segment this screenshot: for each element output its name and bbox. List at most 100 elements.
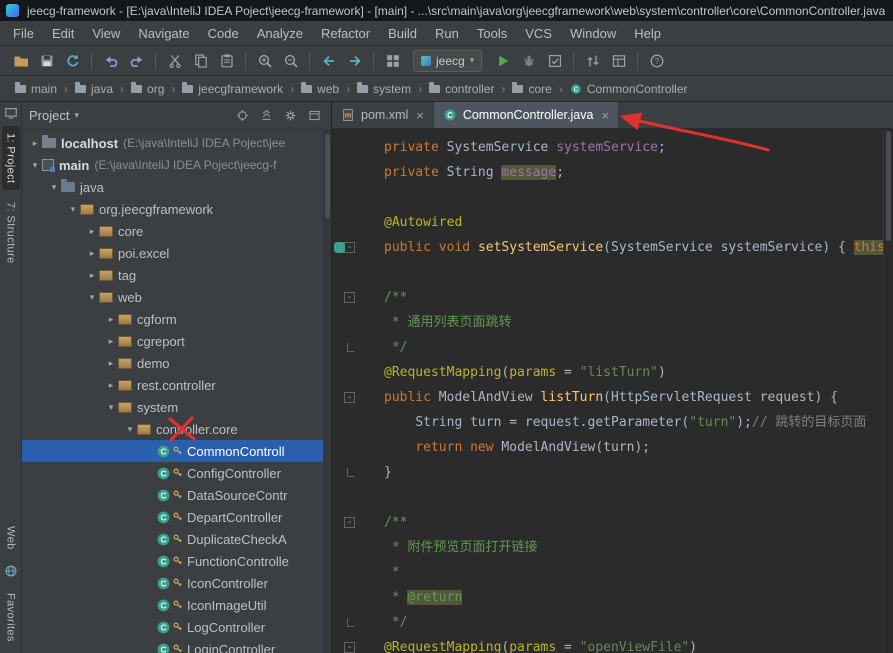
code-line[interactable] <box>384 485 883 510</box>
fold-collapse-icon[interactable]: - <box>344 242 355 253</box>
code-line[interactable] <box>384 260 883 285</box>
code-line[interactable]: String turn = request.getParameter("turn… <box>384 410 883 435</box>
run-config-select[interactable]: jeecg▾ <box>413 50 482 72</box>
tree-item-cgform[interactable]: ▸cgform <box>22 308 331 330</box>
hide-panel-icon[interactable] <box>304 107 324 125</box>
tree-item-localhost[interactable]: ▸localhost (E:\java\InteliJ IDEA Poject\… <box>22 132 331 154</box>
breadcrumb-item-system[interactable]: system <box>354 81 414 97</box>
zoom-in-button[interactable] <box>252 49 277 72</box>
code-line[interactable]: @RequestMapping(params = "openViewFile") <box>384 635 883 653</box>
vcs-button[interactable] <box>580 49 605 72</box>
code-line[interactable]: * 通用列表页面跳转 <box>384 310 883 335</box>
chevron-down-icon[interactable]: ▾ <box>104 402 118 413</box>
run-button[interactable] <box>490 49 515 72</box>
tab-commoncontroller-java[interactable]: CCommonController.java× <box>434 102 619 128</box>
settings-gear-icon[interactable] <box>280 107 300 125</box>
sync-button[interactable] <box>60 49 85 72</box>
menu-refactor[interactable]: Refactor <box>312 24 379 43</box>
breadcrumb-item-web[interactable]: web <box>298 81 342 97</box>
paste-button[interactable] <box>214 49 239 72</box>
spring-bean-icon[interactable] <box>334 242 345 253</box>
menu-edit[interactable]: Edit <box>43 24 83 43</box>
tool-button--project[interactable]: 1: Project <box>2 126 20 190</box>
tree-item-cgreport[interactable]: ▸cgreport <box>22 330 331 352</box>
chevron-right-icon[interactable]: ▸ <box>104 358 118 369</box>
chevron-down-icon[interactable]: ▾ <box>123 424 137 435</box>
code-line[interactable]: } <box>384 460 883 485</box>
tool-button--structure[interactable]: 7: Structure <box>2 195 20 271</box>
tree-item-iconimageutil[interactable]: CIconImageUtil <box>22 594 331 616</box>
chevron-right-icon[interactable]: ▸ <box>85 248 99 259</box>
code-line[interactable] <box>384 185 883 210</box>
close-icon[interactable]: × <box>416 108 424 123</box>
back-button[interactable] <box>316 49 341 72</box>
chevron-right-icon[interactable]: ▸ <box>104 380 118 391</box>
tree-item-duplicatechecka[interactable]: CDuplicateCheckA <box>22 528 331 550</box>
menu-vcs[interactable]: VCS <box>516 24 561 43</box>
menu-run[interactable]: Run <box>426 24 468 43</box>
code-line[interactable]: /** <box>384 285 883 310</box>
fold-collapse-icon[interactable]: - <box>344 292 355 303</box>
menu-file[interactable]: File <box>4 24 43 43</box>
menu-navigate[interactable]: Navigate <box>129 24 198 43</box>
tree-item-configcontroller[interactable]: CConfigController <box>22 462 331 484</box>
code-line[interactable]: return new ModelAndView(turn); <box>384 435 883 460</box>
tool-button-favorites[interactable]: Favorites <box>2 586 20 649</box>
open-folder-button[interactable] <box>8 49 33 72</box>
code-line[interactable]: * 附件预览页面打开链接 <box>384 535 883 560</box>
chevron-down-icon[interactable]: ▾ <box>66 204 80 215</box>
zoom-out-button[interactable] <box>278 49 303 72</box>
tree-item-logincontroller[interactable]: CLoginController <box>22 638 331 653</box>
code-editor[interactable]: private SystemService systemService;priv… <box>384 129 883 653</box>
breadcrumb-item-main[interactable]: main <box>12 81 60 97</box>
fold-collapse-icon[interactable]: - <box>344 517 355 528</box>
tree-item-tag[interactable]: ▸tag <box>22 264 331 286</box>
cut-button[interactable] <box>162 49 187 72</box>
breadcrumb-item-controller[interactable]: controller <box>426 81 497 97</box>
project-panel-title[interactable]: Project <box>29 108 69 123</box>
fold-collapse-icon[interactable]: - <box>344 642 355 653</box>
table-button[interactable] <box>606 49 631 72</box>
chevron-down-icon[interactable]: ▾ <box>74 110 79 121</box>
chevron-right-icon[interactable]: ▸ <box>85 270 99 281</box>
code-line[interactable]: private SystemService systemService; <box>384 135 883 160</box>
chevron-down-icon[interactable]: ▾ <box>28 160 42 171</box>
menu-window[interactable]: Window <box>561 24 625 43</box>
chevron-right-icon[interactable]: ▸ <box>104 336 118 347</box>
close-icon[interactable]: × <box>601 108 609 123</box>
forward-button[interactable] <box>342 49 367 72</box>
chevron-right-icon[interactable]: ▸ <box>85 226 99 237</box>
menu-tools[interactable]: Tools <box>468 24 516 43</box>
tab-pom-xml[interactable]: mpom.xml× <box>332 102 434 128</box>
collapse-all-icon[interactable] <box>256 107 276 125</box>
tree-item-rest-controller[interactable]: ▸rest.controller <box>22 374 331 396</box>
fold-collapse-icon[interactable]: - <box>344 392 355 403</box>
code-line[interactable]: @Autowired <box>384 210 883 235</box>
project-scrollbar[interactable] <box>323 130 331 653</box>
chevron-right-icon[interactable]: ▸ <box>28 138 42 149</box>
breadcrumb-item-jeecgframework[interactable]: jeecgframework <box>179 81 286 97</box>
menu-build[interactable]: Build <box>379 24 426 43</box>
code-line[interactable]: @RequestMapping(params = "listTurn") <box>384 360 883 385</box>
tree-item-org-jeecgframework[interactable]: ▾org.jeecgframework <box>22 198 331 220</box>
code-line[interactable]: public ModelAndView listTurn(HttpServlet… <box>384 385 883 410</box>
tool-button-web[interactable]: Web <box>2 519 20 557</box>
tree-item-commoncontroll[interactable]: CCommonControll <box>22 440 331 462</box>
save-button[interactable] <box>34 49 59 72</box>
tree-item-departcontroller[interactable]: CDepartController <box>22 506 331 528</box>
chevron-down-icon[interactable]: ▾ <box>85 292 99 303</box>
coverage-button[interactable] <box>542 49 567 72</box>
menu-help[interactable]: Help <box>625 24 670 43</box>
code-line[interactable]: private String message; <box>384 160 883 185</box>
tree-item-datasourcecontr[interactable]: CDataSourceContr <box>22 484 331 506</box>
tree-item-poi-excel[interactable]: ▸poi.excel <box>22 242 331 264</box>
tree-item-iconcontroller[interactable]: CIconController <box>22 572 331 594</box>
breadcrumb-item-commoncontroller[interactable]: CCommonController <box>567 81 691 97</box>
tree-item-functioncontrolle[interactable]: CFunctionControlle <box>22 550 331 572</box>
copy-button[interactable] <box>188 49 213 72</box>
breadcrumb-item-org[interactable]: org <box>128 81 167 97</box>
tree-item-java[interactable]: ▾java <box>22 176 331 198</box>
menu-code[interactable]: Code <box>199 24 248 43</box>
locate-icon[interactable] <box>232 107 252 125</box>
code-line[interactable]: * <box>384 560 883 585</box>
